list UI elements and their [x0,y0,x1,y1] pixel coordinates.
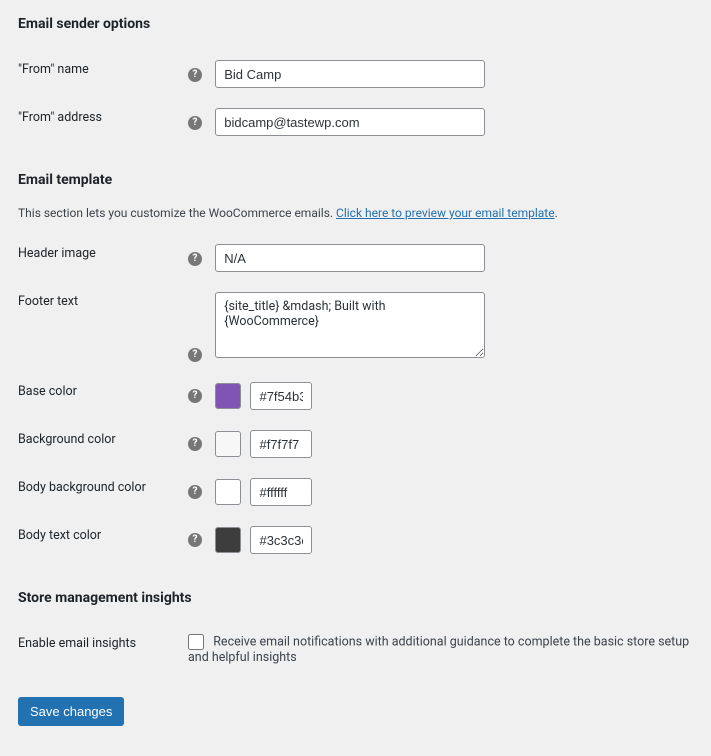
help-icon[interactable]: ? [188,252,202,266]
label-from-address: "From" address [18,98,188,146]
template-description: This section lets you customize the WooC… [18,206,693,220]
label-footer-text: Footer text [18,282,188,372]
body-text-swatch[interactable] [215,527,241,553]
label-body-bg: Body background color [18,468,188,516]
body-bg-input[interactable] [250,478,312,506]
footer-text-input[interactable]: {site_title} &mdash; Built with {WooComm… [215,292,485,358]
bg-color-swatch[interactable] [215,431,241,457]
section-title-insights: Store management insights [18,590,693,606]
from-address-input[interactable] [215,108,485,136]
section-title-sender: Email sender options [18,16,693,32]
label-enable-insights: Enable email insights [18,624,188,675]
enable-insights-checkbox[interactable] [188,634,204,650]
body-text-input[interactable] [250,526,312,554]
help-icon[interactable]: ? [188,348,202,362]
base-color-input[interactable] [250,382,312,410]
enable-insights-desc: Receive email notifications with additio… [188,634,689,665]
body-bg-swatch[interactable] [215,479,241,505]
label-bg-color: Background color [18,420,188,468]
help-icon[interactable]: ? [188,533,202,547]
help-icon[interactable]: ? [188,389,202,403]
bg-color-input[interactable] [250,430,312,458]
save-changes-button[interactable]: Save changes [18,697,124,726]
label-header-image: Header image [18,234,188,282]
label-from-name: "From" name [18,50,188,98]
section-title-template: Email template [18,172,693,188]
help-icon[interactable]: ? [188,485,202,499]
help-icon[interactable]: ? [188,437,202,451]
help-icon[interactable]: ? [188,68,202,82]
header-image-input[interactable] [215,244,485,272]
label-base-color: Base color [18,372,188,420]
base-color-swatch[interactable] [215,383,241,409]
preview-template-link[interactable]: Click here to preview your email templat… [336,206,555,220]
from-name-input[interactable] [215,60,485,88]
help-icon[interactable]: ? [188,116,202,130]
label-body-text: Body text color [18,516,188,564]
